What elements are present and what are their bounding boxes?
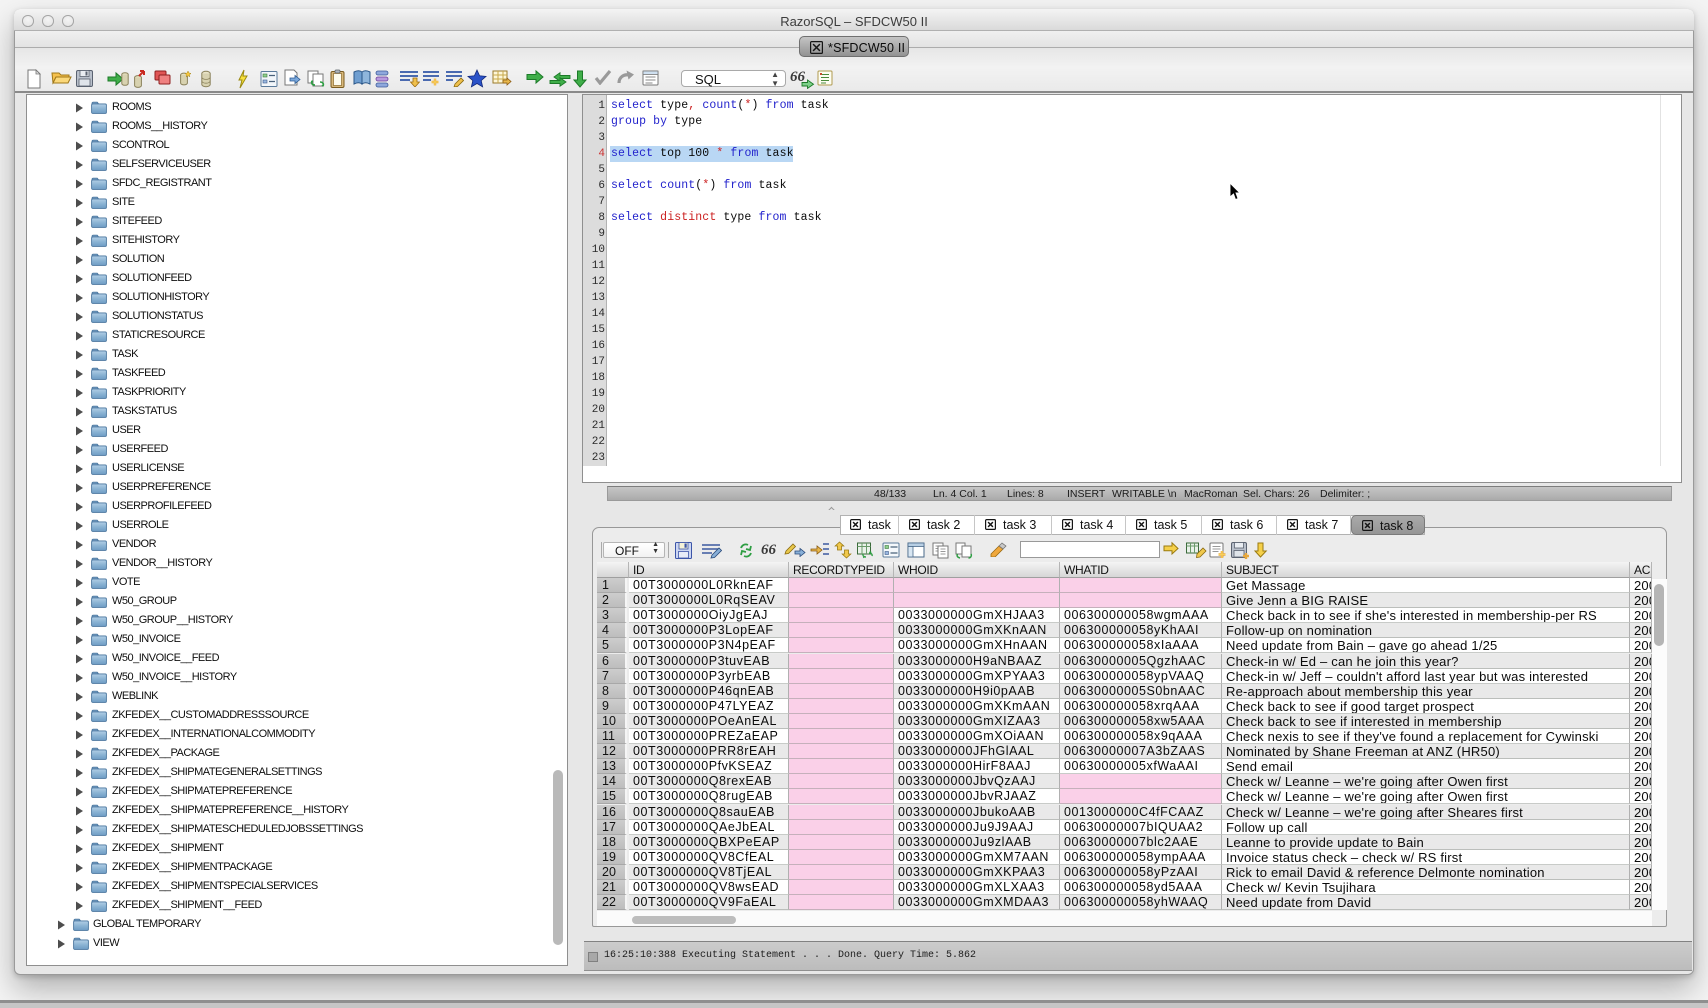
svg-text:66: 66	[761, 542, 777, 557]
